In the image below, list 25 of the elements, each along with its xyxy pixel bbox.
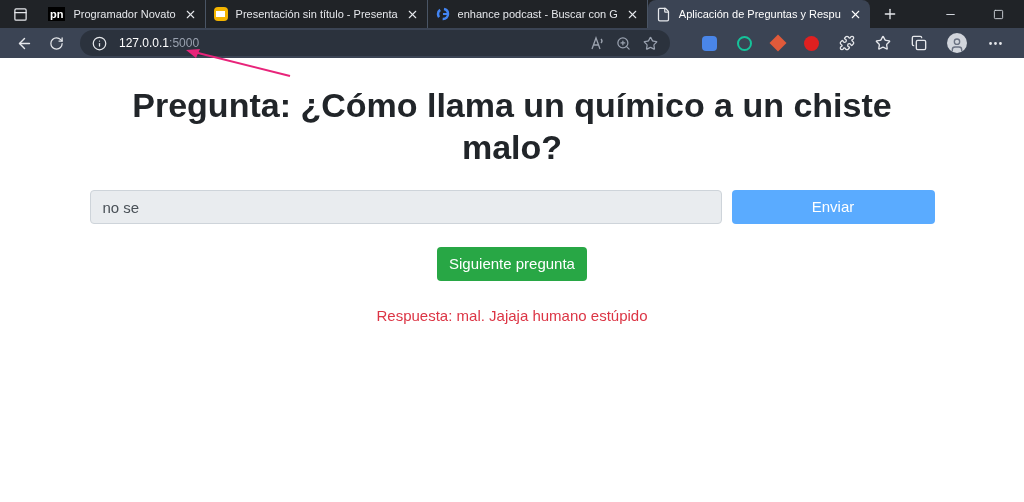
tab-actions-icon[interactable] [12,6,28,22]
info-icon[interactable] [92,35,107,51]
site-logo: pn [48,7,66,21]
tab-title: enhance podcast - Buscar con G [457,6,618,22]
response-text: Respuesta: mal. Jajaja humano estúpido [376,306,648,326]
question-heading: Pregunta: ¿Cómo llama un químico a un chiste malo? [131,85,893,168]
tab-title: Aplicación de Preguntas y Respu [678,6,841,22]
tab-title: Programador Novato [73,6,176,22]
extensions-icon[interactable] [839,35,855,51]
read-aloud-icon[interactable] [590,36,604,50]
maximize-icon[interactable] [993,8,1004,20]
url-host: 127.0.0.1 [119,35,170,52]
url-port: :5000 [169,35,200,52]
page-icon [655,6,671,22]
favorites-icon[interactable] [875,35,891,51]
address-bar[interactable]: 127.0.0.1:5000 [80,30,670,56]
star-icon[interactable] [643,35,658,51]
slides-icon [213,7,228,21]
reload-icon[interactable] [49,35,64,51]
answer-field[interactable]: no se [89,190,722,224]
avatar[interactable] [947,33,967,53]
browser-tab[interactable]: Aplicación de Preguntas y Respu [647,0,870,28]
zoom-icon[interactable] [616,35,631,51]
tab-title: Presentación sin título - Presenta [235,6,398,22]
collections-icon[interactable] [911,35,927,51]
